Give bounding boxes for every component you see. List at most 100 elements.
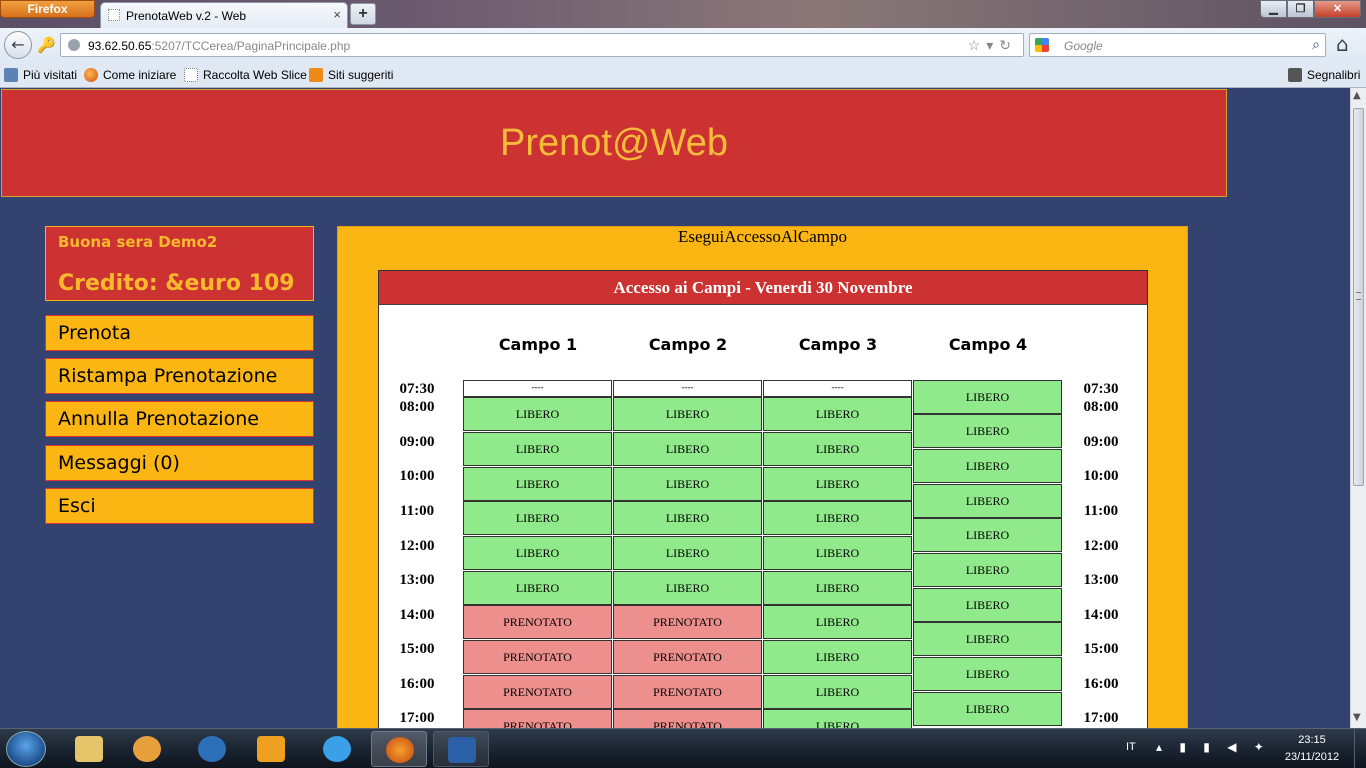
page-favicon-icon [108,9,120,21]
vertical-scrollbar[interactable]: ▲ ▼ [1350,88,1366,728]
taskbar-internet-explorer[interactable] [309,731,365,767]
taskbar-firefox[interactable] [371,731,427,767]
slot-free[interactable]: LIBERO [763,501,912,535]
slot-free[interactable]: LIBERO [763,536,912,570]
media-player-icon [133,736,161,762]
identity-key-icon[interactable]: 🔑 [37,36,56,54]
clock-time[interactable]: 23:15 [1280,734,1344,746]
back-button[interactable]: ← [4,31,32,59]
slot-free[interactable]: LIBERO [913,518,1062,552]
slot-free[interactable]: LIBERO [463,397,612,431]
slot-clipped: ---- [613,380,762,397]
scroll-thumb[interactable] [1353,108,1364,486]
start-button[interactable] [6,731,46,767]
tray-icons[interactable]: ▴ ▮ ▮ ◀ ✦ [1156,740,1271,754]
slot-free[interactable]: LIBERO [913,622,1062,656]
menu-esci[interactable]: Esci [45,488,314,524]
slot-free[interactable]: LIBERO [913,657,1062,691]
slot-free[interactable]: LIBERO [613,536,762,570]
slot-free[interactable]: LIBERO [913,380,1062,414]
bookmarks-toolbar: Più visitati Come iniziare Raccolta Web … [0,62,1366,88]
slot-free[interactable]: LIBERO [613,467,762,501]
slot-free[interactable]: LIBERO [763,571,912,605]
time-label: 16:00 [1083,676,1119,692]
slot-free[interactable]: LIBERO [463,467,612,501]
menu-messaggi[interactable]: Messaggi (0) [45,445,314,481]
slot-booked: PRENOTATO [613,640,762,674]
word-icon [448,737,476,763]
time-label: 15:00 [399,641,435,657]
hp-icon [198,736,226,762]
menu-prenota[interactable]: Prenota [45,315,314,351]
url-text[interactable]: 93.62.50.65:5207/TCCerea/PaginaPrincipal… [88,39,350,53]
new-tab-button[interactable]: + [350,3,376,25]
slot-free[interactable]: LIBERO [763,605,912,639]
bookmark-suggested-sites[interactable]: Siti suggeriti [309,68,393,82]
time-label: 07:30 [399,381,435,397]
taskbar-hp[interactable] [184,731,240,767]
slot-free[interactable]: LIBERO [913,692,1062,726]
bookmark-most-visited[interactable]: Più visitati [4,68,77,82]
taskbar-explorer[interactable] [61,731,117,767]
firefox-menu-button[interactable]: Firefox [0,0,95,18]
slot-free[interactable]: LIBERO [463,501,612,535]
slot-free[interactable]: LIBERO [913,588,1062,622]
firefox-icon [386,737,414,763]
tab-close-icon[interactable]: × [333,7,341,22]
bookmark-web-slice[interactable]: Raccolta Web Slice [184,68,307,82]
firefox-icon [84,68,98,82]
show-desktop-button[interactable] [1354,729,1366,768]
time-label: 09:00 [1083,434,1119,450]
slot-free[interactable]: LIBERO [463,432,612,466]
taskbar-word[interactable] [433,731,489,767]
language-indicator[interactable]: IT [1126,741,1136,753]
time-label: 15:00 [1083,641,1119,657]
folder-icon [75,736,103,762]
clock-date[interactable]: 23/11/2012 [1280,751,1344,763]
minimize-button[interactable]: ▁ [1260,0,1287,18]
slot-free[interactable]: LIBERO [913,449,1062,483]
slot-free[interactable]: LIBERO [613,571,762,605]
maximize-button[interactable]: ❐ [1287,0,1314,18]
suggested-sites-icon [309,68,323,82]
taskbar-media-player[interactable] [119,731,175,767]
menu-ristampa-prenotazione[interactable]: Ristampa Prenotazione [45,358,314,394]
slot-free[interactable]: LIBERO [763,640,912,674]
url-actions[interactable]: ☆▾↻ [968,37,1017,54]
panel-title: Accesso ai Campi - Venerdi 30 Novembre [379,271,1147,305]
close-window-button[interactable]: ✕ [1314,0,1361,18]
court-header: Campo 2 [648,335,728,354]
time-label: 14:00 [399,607,435,623]
home-icon[interactable]: ⌂ [1336,32,1349,56]
slot-free[interactable]: LIBERO [913,553,1062,587]
slot-free[interactable]: LIBERO [763,675,912,709]
slot-free[interactable]: LIBERO [763,709,912,728]
slot-free[interactable]: LIBERO [613,432,762,466]
google-icon[interactable] [1035,38,1049,52]
slot-free[interactable]: LIBERO [913,484,1062,518]
bookmarks-menu[interactable]: Segnalibri [1288,68,1360,82]
taskbar-app[interactable] [243,731,299,767]
slot-free[interactable]: LIBERO [463,571,612,605]
slot-free[interactable]: LIBERO [763,467,912,501]
url-bar[interactable]: 93.62.50.65:5207/TCCerea/PaginaPrincipal… [60,33,1024,57]
scroll-down-arrow-icon[interactable]: ▼ [1353,712,1361,723]
slot-free[interactable]: LIBERO [913,414,1062,448]
slot-free[interactable]: LIBERO [763,397,912,431]
scroll-grip-icon [1356,292,1361,300]
menu-annulla-prenotazione[interactable]: Annulla Prenotazione [45,401,314,437]
greeting-text: Buona sera Demo2 [58,233,218,251]
bookmarks-star-icon [1288,68,1302,82]
search-bar[interactable]: Google ⌕ [1029,33,1326,57]
search-icon[interactable]: ⌕ [1312,36,1320,53]
slot-free[interactable]: LIBERO [463,536,612,570]
browser-tab[interactable]: PrenotaWeb v.2 - Web × [100,2,348,28]
slot-free[interactable]: LIBERO [613,501,762,535]
time-label: 10:00 [399,468,435,484]
slot-free[interactable]: LIBERO [763,432,912,466]
slot-free[interactable]: LIBERO [613,397,762,431]
scroll-up-arrow-icon[interactable]: ▲ [1353,90,1361,101]
bookmark-getting-started[interactable]: Come iniziare [84,68,176,82]
slot-booked: PRENOTATO [463,709,612,728]
time-label: 13:00 [1083,572,1119,588]
